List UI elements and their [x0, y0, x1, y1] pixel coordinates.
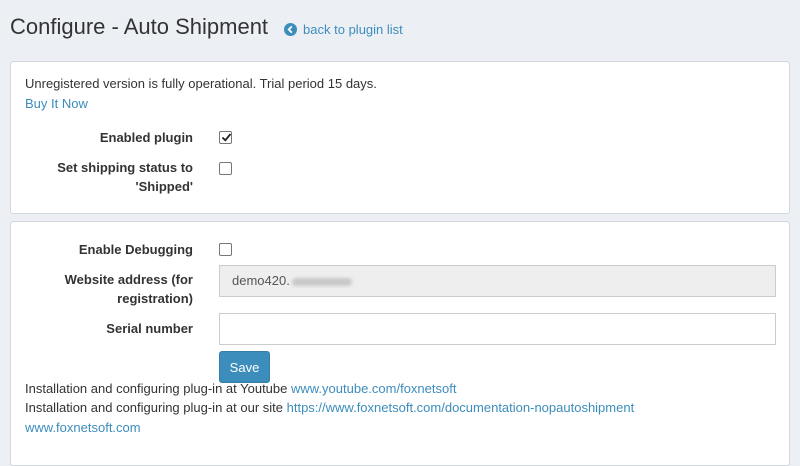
youtube-info-text: Installation and configuring plug-in at … — [25, 381, 291, 396]
foxnetsoft-home-link[interactable]: www.foxnetsoft.com — [25, 420, 141, 435]
arrow-left-circle-icon — [284, 22, 298, 36]
website-address-label-line2: registration) — [117, 291, 193, 306]
website-address-value: demo420. — [232, 273, 290, 288]
website-address-label-line1: Website address (for — [64, 272, 193, 287]
shipping-status-label-line1: Set shipping status to — [57, 160, 193, 175]
settings-panel: Enable Debugging Website address (for re… — [10, 221, 790, 466]
back-to-plugin-list-link[interactable]: back to plugin list — [284, 22, 403, 37]
trial-notice: Unregistered version is fully operationa… — [25, 76, 377, 91]
license-panel: Unregistered version is fully operationa… — [10, 61, 790, 214]
shipping-status-label-line2: 'Shipped' — [135, 179, 193, 194]
checkmark-icon — [221, 133, 232, 142]
redacted-text — [291, 277, 352, 286]
documentation-link[interactable]: https://www.foxnetsoft.com/documentation… — [287, 400, 635, 415]
enabled-plugin-label: Enabled plugin — [99, 130, 193, 145]
buy-it-now-link[interactable]: Buy It Now — [25, 96, 88, 111]
save-button[interactable]: Save — [219, 351, 270, 383]
page-title: Configure - Auto Shipment — [10, 14, 269, 39]
enabled-plugin-checkbox[interactable] — [219, 131, 232, 144]
shipping-status-label: Set shipping status to 'Shipped' — [11, 158, 193, 196]
youtube-link[interactable]: www.youtube.com/foxnetsoft — [291, 381, 456, 396]
website-address-label: Website address (for registration) — [11, 270, 193, 308]
enable-debugging-label: Enable Debugging — [78, 242, 193, 257]
site-info-text: Installation and configuring plug-in at … — [25, 400, 287, 415]
enable-debugging-checkbox[interactable] — [219, 243, 232, 256]
website-address-field[interactable]: demo420. — [219, 265, 776, 297]
site-info-line: Installation and configuring plug-in at … — [25, 400, 634, 415]
shipping-status-checkbox[interactable] — [219, 162, 232, 175]
serial-number-label: Serial number — [106, 321, 193, 336]
youtube-info-line: Installation and configuring plug-in at … — [25, 381, 456, 396]
serial-number-input[interactable] — [219, 313, 776, 345]
home-link-line: www.foxnetsoft.com — [25, 420, 141, 435]
page-header: Configure - Auto Shipment back to plugin… — [10, 12, 403, 42]
back-link-label: back to plugin list — [303, 21, 403, 37]
